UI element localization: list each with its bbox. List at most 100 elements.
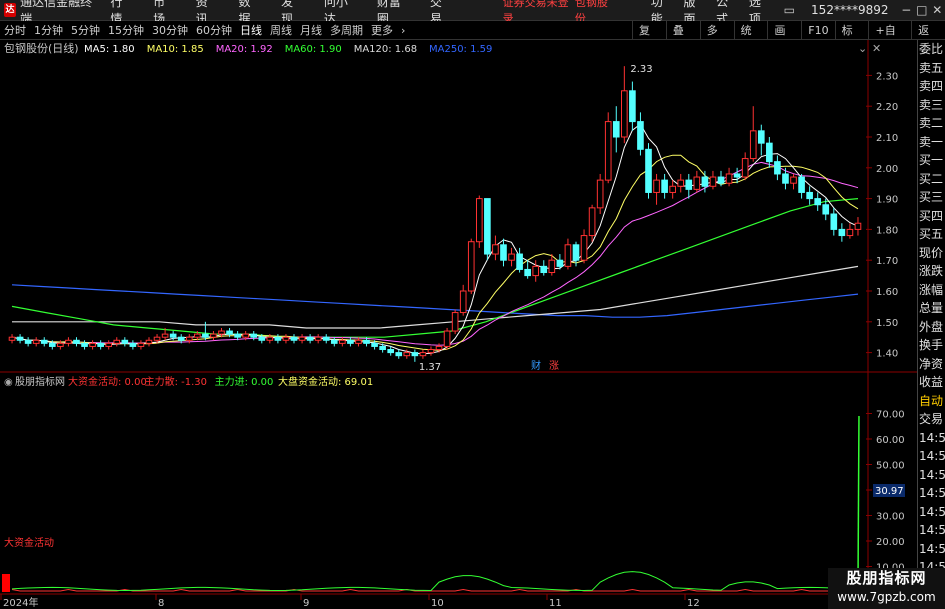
btn-biaoji[interactable]: 标记 (834, 21, 869, 56)
app-logo-icon: 达 (4, 3, 17, 17)
candle-down (661, 179, 668, 193)
btn-fuquan[interactable]: 复权 (632, 21, 666, 56)
candle-up (580, 235, 588, 261)
btn-huaxian[interactable]: 画线 (767, 21, 801, 56)
panel-item[interactable]: 14:56 (918, 429, 945, 448)
candle-up (355, 339, 362, 344)
sub-legend-item: 大资金活动: 0.00 (68, 375, 147, 388)
candle-down (121, 339, 129, 344)
y-tick-label: 1.90 (876, 195, 898, 206)
kline-chart[interactable]: 包钢股份(日线) MA5: 1.80 MA10: 1.85 MA20: 1.92 MA… (0, 40, 917, 609)
panel-item[interactable]: 14:56 (918, 503, 945, 522)
chart-close-icon[interactable]: ✕ (872, 42, 881, 55)
panel-item[interactable]: 现价 (918, 244, 945, 263)
x-tick-label: 2024年 (3, 596, 38, 609)
panel-item[interactable]: 自动 (918, 392, 945, 411)
candle-up (185, 336, 193, 341)
btn-f10[interactable]: F10 (801, 21, 834, 40)
candle-down (258, 336, 266, 341)
candle-down (129, 342, 137, 347)
x-tick-label: 8 (158, 598, 164, 609)
low-price-label: 1.37 (419, 362, 441, 373)
candle-up (669, 185, 676, 193)
user-account[interactable]: 152****9892 (811, 3, 888, 17)
btn-back[interactable]: 返回 (911, 21, 945, 56)
ma-legend-item: MA5: 1.80 (84, 44, 135, 55)
main-chart-title[interactable]: 包钢股份(日线) (4, 41, 79, 55)
panel-item[interactable]: 卖三 (918, 96, 945, 115)
sub-y-tick-label: 70.00 (876, 410, 905, 421)
minimize-icon[interactable]: − (899, 3, 915, 17)
candle-up (89, 342, 96, 347)
period-more[interactable]: 更多 (367, 22, 397, 38)
panel-item[interactable]: 总量 (918, 299, 945, 318)
panel-item[interactable]: 卖一 (918, 133, 945, 152)
period-30min[interactable]: 30分钟 (148, 22, 192, 38)
marker-zhang[interactable]: 涨 (549, 360, 559, 372)
panel-item[interactable]: 涨跌 (918, 262, 945, 281)
period-fenshi[interactable]: 分时 (0, 22, 30, 38)
candle-up (677, 179, 685, 187)
candle-up (467, 241, 475, 292)
btn-duogu[interactable]: 多股 (699, 21, 734, 56)
panel-item[interactable]: 买二 (918, 170, 945, 189)
panel-item[interactable]: 14:56 (918, 521, 945, 540)
panel-item[interactable]: 卖四 (918, 77, 945, 96)
panel-item[interactable]: 委比 (918, 40, 945, 59)
candle-down (177, 336, 185, 341)
panel-item[interactable]: 涨幅 (918, 281, 945, 300)
panel-item[interactable]: 14:56 (918, 540, 945, 559)
panel-item[interactable]: 14:56 (918, 484, 945, 503)
period-1min[interactable]: 1分钟 (30, 22, 67, 38)
panel-item[interactable]: 换手 (918, 336, 945, 355)
candle-down (226, 330, 233, 335)
close-icon[interactable]: ✕ (930, 3, 945, 17)
candle-up (693, 176, 701, 190)
candle-up (282, 336, 290, 341)
candle-up (564, 244, 572, 267)
panel-item[interactable]: 14:56 (918, 466, 945, 485)
watermark-cn: 股朋指标网 (846, 569, 927, 587)
panel-item[interactable]: 卖二 (918, 114, 945, 133)
candle-up (113, 339, 121, 344)
candle-down (757, 130, 765, 144)
menu-dropdown-icon[interactable]: ▭ (782, 3, 798, 17)
panel-item[interactable]: 买三 (918, 188, 945, 207)
period-15min[interactable]: 15分钟 (104, 22, 148, 38)
candle-up (596, 179, 604, 209)
panel-item[interactable]: 卖五 (918, 59, 945, 78)
collapse-icon[interactable]: ⌄ (858, 42, 867, 55)
period-60min[interactable]: 60分钟 (192, 22, 236, 38)
candle-down (169, 333, 177, 338)
y-tick-label: 1.50 (876, 318, 898, 329)
candle-down (556, 259, 564, 267)
candle-down (572, 244, 580, 261)
btn-add-favorite[interactable]: +自选 (868, 21, 911, 56)
candle-up (749, 130, 757, 160)
candle-up (218, 330, 225, 335)
more-chevron-icon[interactable]: › (397, 24, 409, 37)
sub-chart-toggle-icon[interactable]: ◉ (4, 377, 13, 388)
btn-diejia[interactable]: 叠加 (665, 21, 700, 56)
x-tick-label: 9 (303, 598, 309, 609)
panel-item[interactable]: 净资 (918, 355, 945, 374)
panel-item[interactable]: 买一 (918, 151, 945, 170)
sub-chart-title[interactable]: 股朋指标网 (15, 375, 65, 388)
panel-item[interactable]: 收益 (918, 373, 945, 392)
panel-item[interactable]: 14:56 (918, 447, 945, 466)
period-5min[interactable]: 5分钟 (67, 22, 104, 38)
y-tick-label: 2.30 (876, 71, 898, 82)
period-weekly[interactable]: 周线 (266, 22, 296, 38)
btn-tongji[interactable]: 统计 (733, 21, 768, 56)
panel-item[interactable]: 外盘 (918, 318, 945, 337)
period-daily[interactable]: 日线 (236, 22, 266, 38)
period-multi[interactable]: 多周期 (326, 22, 367, 38)
sub-y-tick-label: 20.00 (876, 537, 905, 548)
marker-cai[interactable]: 财 (531, 359, 541, 372)
maximize-icon[interactable]: □ (914, 3, 930, 17)
panel-item[interactable]: 买四 (918, 207, 945, 226)
panel-item[interactable]: 交易 (918, 410, 945, 429)
panel-item[interactable]: 买五 (918, 225, 945, 244)
period-monthly[interactable]: 月线 (296, 22, 326, 38)
candle-down (16, 336, 24, 341)
